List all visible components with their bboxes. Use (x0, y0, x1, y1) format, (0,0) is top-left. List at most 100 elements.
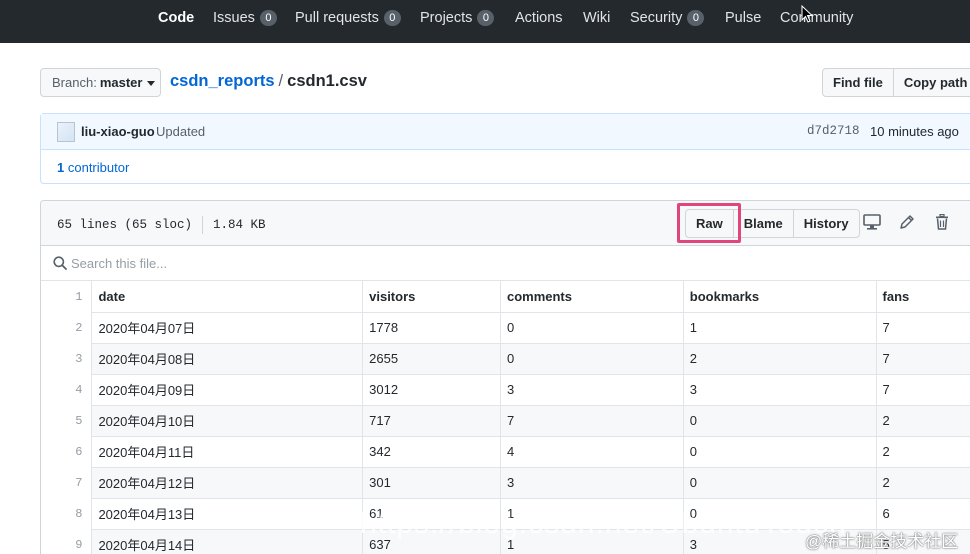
file-header: 65 lines (65 sloc) 1.84 KB Raw Blame His… (41, 201, 970, 246)
file-info: 65 lines (65 sloc) 1.84 KB (57, 216, 266, 234)
table-cell: 3012 (362, 374, 501, 406)
table-cell: 301 (362, 467, 501, 499)
table-row: 2 2020年04月07日 1778 0 1 7 (41, 312, 970, 344)
table-cell: 0 (683, 467, 877, 499)
column-header: date (91, 281, 364, 313)
commit-tease: liu-xiao-guo Updated d7d2718 10 minutes … (40, 113, 970, 184)
avatar[interactable] (57, 122, 75, 142)
file-size: 1.84 KB (213, 218, 266, 232)
table-cell: 2020年04月10日 (91, 405, 364, 437)
table-cell: 2020年04月14日 (91, 529, 364, 554)
table-cell: 7 (500, 405, 684, 437)
table-header-row: 1 date visitors comments bookmarks fans (41, 281, 970, 313)
tab-security-label: Security (630, 10, 683, 26)
table-cell: 2 (876, 405, 970, 437)
tab-actions[interactable]: Actions (515, 0, 563, 36)
line-number[interactable]: 2 (41, 312, 93, 343)
table-cell: 6 (876, 498, 970, 530)
commit-time: 10 minutes ago (870, 124, 959, 139)
table-cell: 7 (876, 374, 970, 406)
file-viewer: 65 lines (65 sloc) 1.84 KB Raw Blame His… (40, 200, 970, 554)
tab-community[interactable]: Community (780, 0, 853, 36)
table-cell: 2020年04月07日 (91, 312, 364, 344)
desktop-icon[interactable] (863, 214, 881, 230)
search-icon (53, 256, 67, 270)
find-file-button[interactable]: Find file (822, 68, 894, 97)
table-cell: 2655 (362, 343, 501, 375)
table-cell: 717 (362, 405, 501, 437)
table-cell: 3 (500, 467, 684, 499)
pencil-icon[interactable] (899, 214, 915, 230)
breadcrumb: csdn_reports / csdn1.csv (170, 72, 367, 91)
table-cell: 7 (876, 312, 970, 344)
table-cell: 342 (362, 436, 501, 468)
tab-code[interactable]: Code (158, 0, 194, 36)
search-file-input[interactable] (71, 252, 471, 274)
table-cell: 3 (500, 374, 684, 406)
table-cell: 2020年04月11日 (91, 436, 364, 468)
tab-projects[interactable]: Projects 0 (420, 0, 495, 36)
file-line-count: 65 lines (65 sloc) (57, 218, 193, 232)
table-cell: 1778 (362, 312, 501, 344)
commit-message[interactable]: Updated (156, 124, 205, 139)
tab-pull-requests[interactable]: Pull requests 0 (295, 0, 401, 36)
tab-pull-requests-label: Pull requests (295, 10, 379, 26)
line-number[interactable]: 6 (41, 436, 93, 467)
line-number[interactable]: 7 (41, 467, 93, 498)
tab-issues-label: Issues (213, 10, 255, 26)
pull-requests-counter: 0 (383, 10, 401, 26)
table-row: 6 2020年04月11日 342 4 0 2 (41, 436, 970, 468)
caret-down-icon (147, 81, 156, 86)
column-header: visitors (362, 281, 501, 313)
column-header: comments (500, 281, 684, 313)
tab-projects-label: Projects (420, 10, 473, 26)
table-row: 5 2020年04月10日 717 7 0 2 (41, 405, 970, 437)
tab-security[interactable]: Security 0 (630, 0, 705, 36)
tab-pulse[interactable]: Pulse (725, 0, 761, 36)
table-cell: 2020年04月08日 (91, 343, 364, 375)
contributors-label: contributor (67, 160, 130, 175)
table-row: 3 2020年04月08日 2655 0 2 7 (41, 343, 970, 375)
table-cell: 0 (683, 405, 877, 437)
branch-selector-button[interactable]: Branch: master (40, 68, 161, 97)
column-header: bookmarks (683, 281, 877, 313)
security-counter: 0 (687, 10, 705, 26)
table-cell: 2020年04月09日 (91, 374, 364, 406)
table-cell: 0 (500, 343, 684, 375)
table-cell: 2 (876, 467, 970, 499)
copy-path-button[interactable]: Copy path (892, 68, 970, 97)
branch-name: master (99, 75, 143, 90)
line-number[interactable]: 3 (41, 343, 93, 374)
watermark-url: https://blog.csdn.net/UbuntuTouch (360, 507, 847, 540)
repo-nav: Code Issues 0 Pull requests 0 Projects 0 Ac… (0, 0, 970, 43)
history-button[interactable]: History (792, 209, 860, 238)
file-search-bar (41, 246, 970, 281)
tab-issues[interactable]: Issues 0 (213, 0, 277, 36)
line-number[interactable]: 4 (41, 374, 93, 405)
line-number[interactable]: 5 (41, 405, 93, 436)
line-number[interactable]: 8 (41, 498, 93, 529)
table-cell: 3 (683, 374, 877, 406)
column-header: fans (876, 281, 970, 313)
watermark-badge: @稀土掘金技术社区 (805, 532, 959, 551)
commit-author-link[interactable]: liu-xiao-guo (81, 124, 155, 139)
line-number[interactable]: 1 (41, 281, 93, 312)
table-cell: 2020年04月12日 (91, 467, 364, 499)
projects-counter: 0 (477, 10, 495, 26)
tab-wiki-label: Wiki (583, 10, 611, 26)
table-cell: 0 (500, 312, 684, 344)
table-cell: 2 (876, 436, 970, 468)
table-row: 7 2020年04月12日 301 3 0 2 (41, 467, 970, 499)
table-cell: 7 (876, 343, 970, 375)
contributors-link[interactable]: 1 contributor (57, 160, 129, 175)
breadcrumb-repo-link[interactable]: csdn_reports (170, 72, 275, 90)
contributors-count: 1 (57, 160, 65, 175)
line-number[interactable]: 9 (41, 529, 93, 554)
blame-button[interactable]: Blame (732, 209, 794, 238)
trash-icon[interactable] (935, 214, 949, 230)
tab-wiki[interactable]: Wiki (583, 0, 610, 36)
table-cell: 2020年04月13日 (91, 498, 364, 530)
commit-sha-link[interactable]: d7d2718 (807, 124, 860, 138)
table-cell: 2 (683, 343, 877, 375)
tab-pulse-label: Pulse (725, 10, 762, 26)
